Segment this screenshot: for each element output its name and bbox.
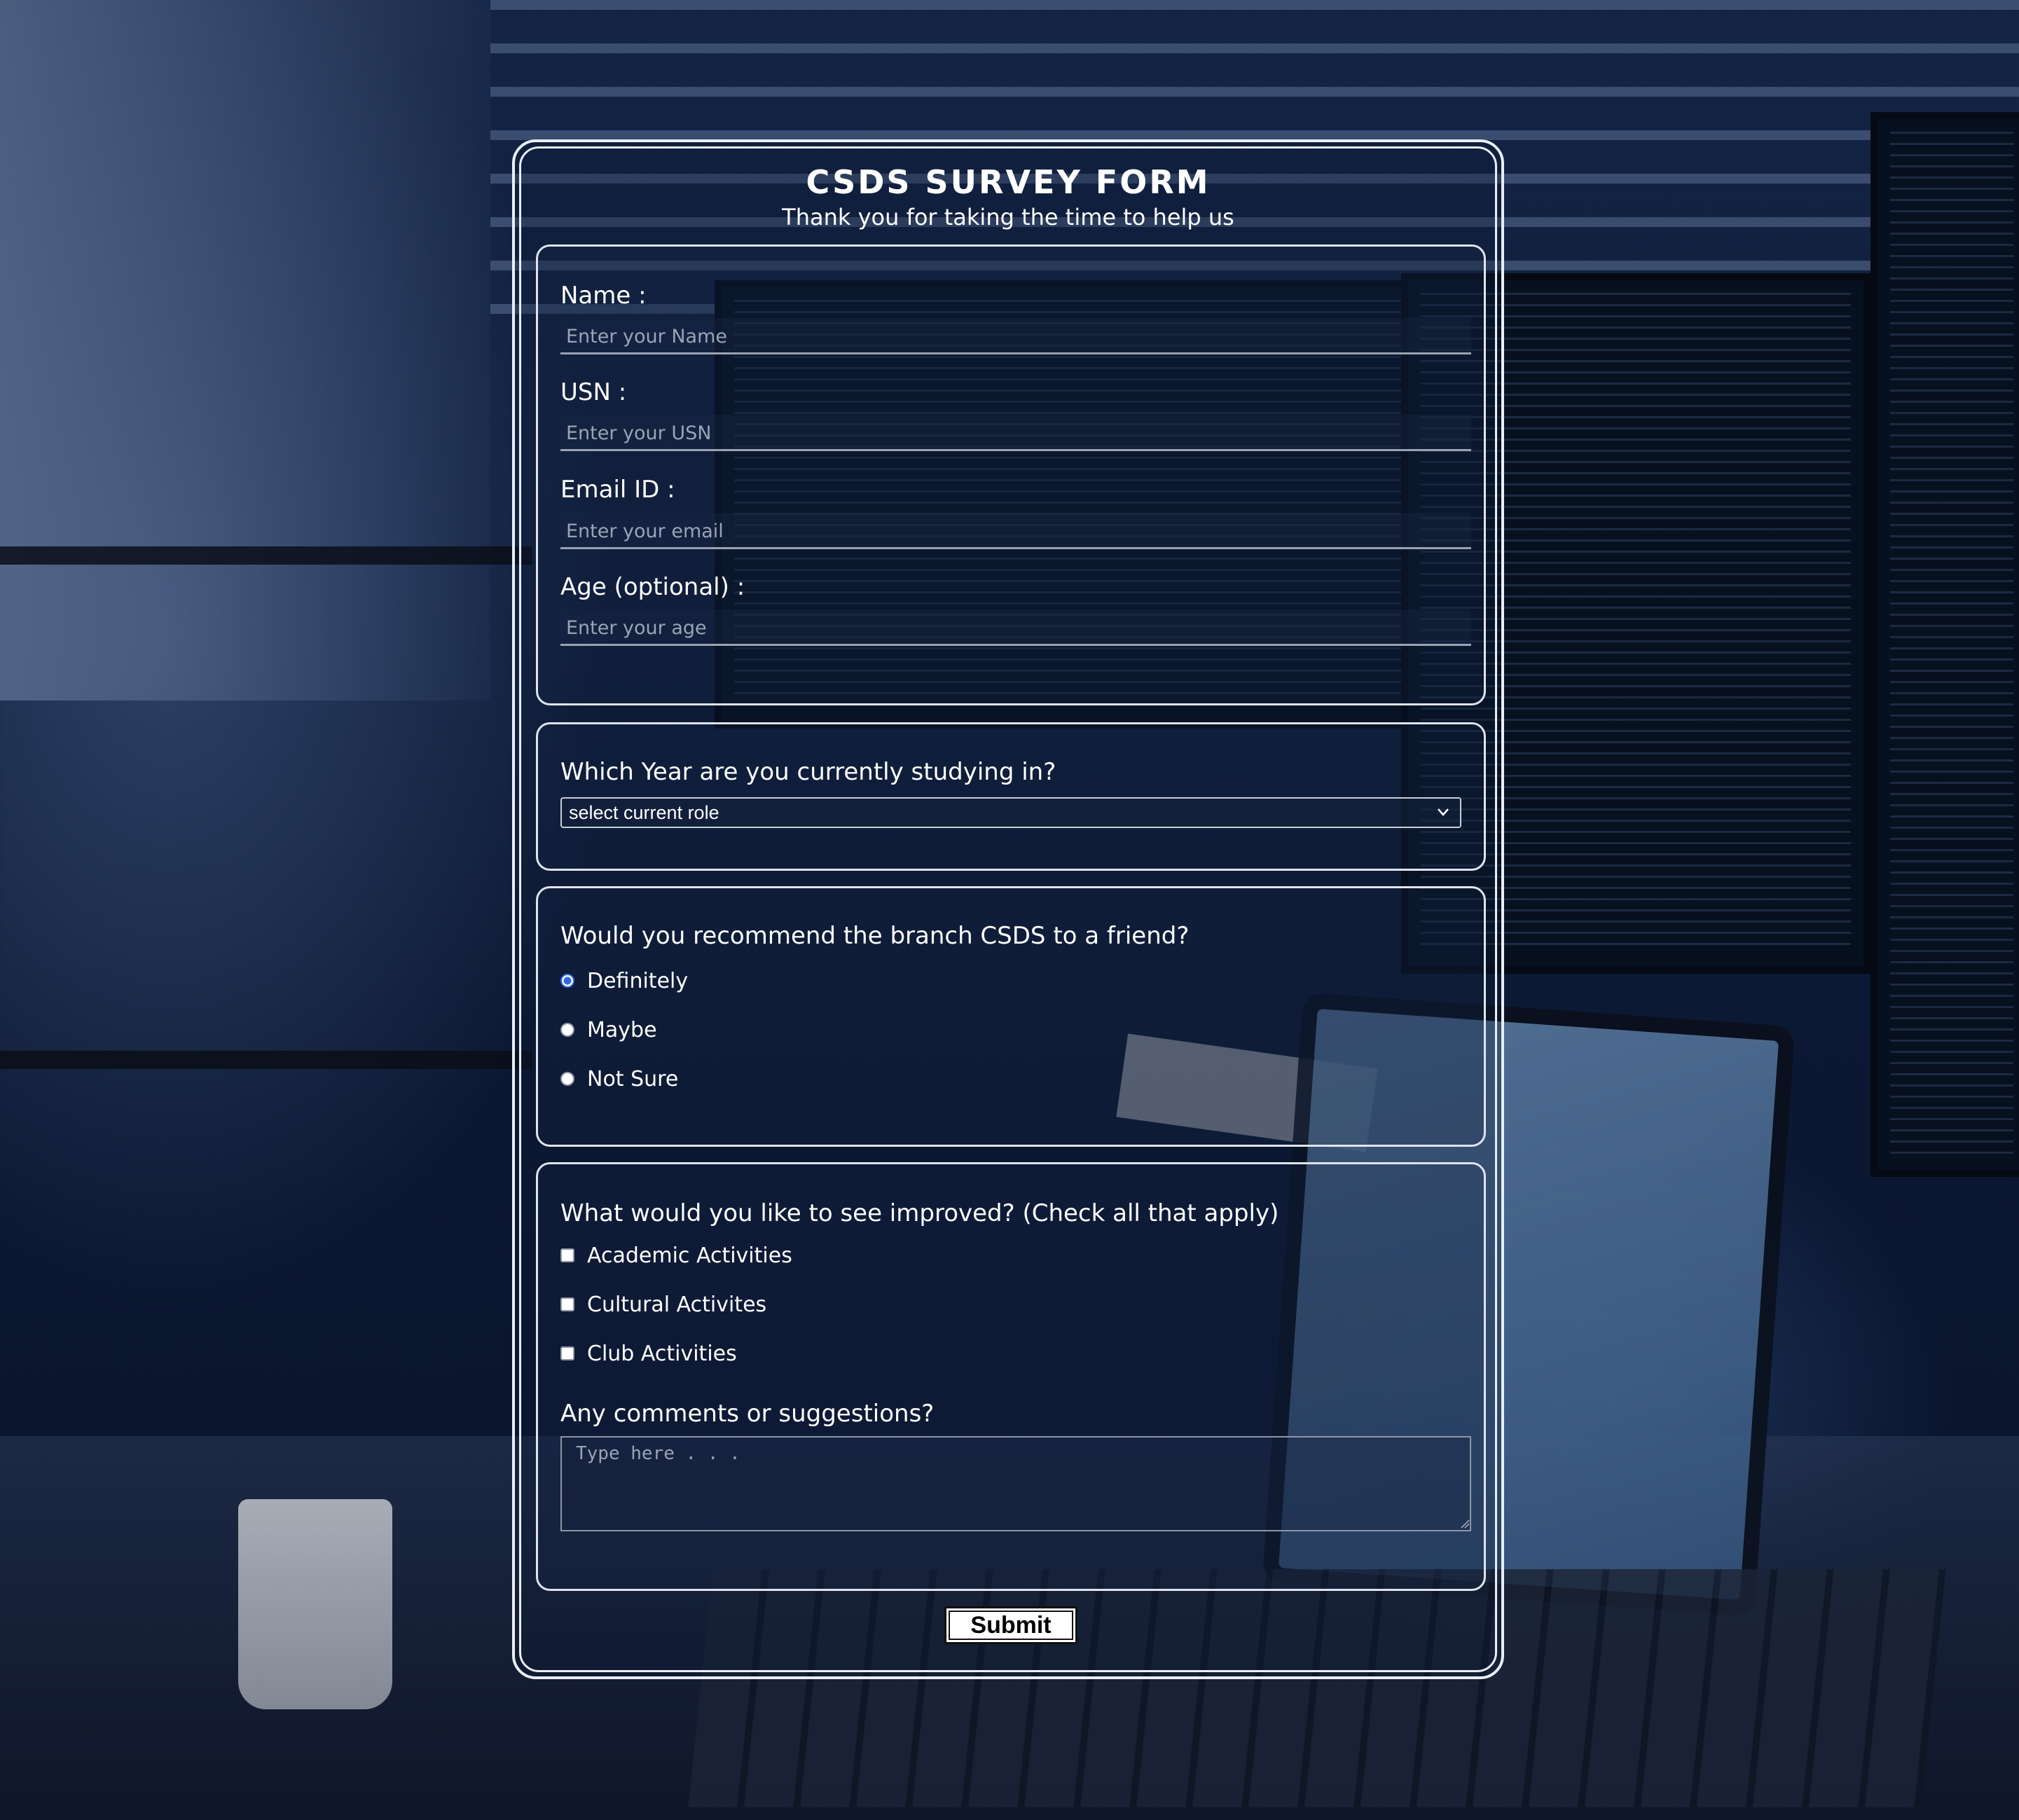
radio-option-maybe[interactable]: Maybe bbox=[560, 1016, 657, 1044]
radio-label: Definitely bbox=[587, 968, 689, 993]
checkbox-label: Club Activities bbox=[587, 1341, 737, 1366]
background-monitor bbox=[1870, 112, 2019, 1177]
year-select-value: select current role bbox=[569, 802, 719, 823]
age-label: Age (optional) : bbox=[560, 573, 745, 601]
comments-textarea[interactable] bbox=[560, 1436, 1471, 1531]
background-coffee-cup bbox=[238, 1499, 392, 1709]
resize-grip-icon[interactable] bbox=[1460, 1519, 1470, 1529]
checkbox-option-academic[interactable]: Academic Activities bbox=[560, 1241, 792, 1269]
improvements-section: What would you like to see improved? (Ch… bbox=[536, 1162, 1486, 1591]
year-question: Which Year are you currently studying in… bbox=[560, 758, 1056, 786]
comments-label: Any comments or suggestions? bbox=[560, 1400, 935, 1428]
radio-button[interactable] bbox=[560, 974, 574, 988]
radio-option-not-sure[interactable]: Not Sure bbox=[560, 1065, 678, 1093]
form-subtitle: Thank you for taking the time to help us bbox=[782, 204, 1234, 230]
age-input[interactable] bbox=[560, 609, 1471, 646]
year-select[interactable]: select current role bbox=[560, 797, 1461, 828]
name-input[interactable] bbox=[560, 318, 1471, 354]
background-shelf bbox=[0, 1051, 532, 1069]
email-input[interactable] bbox=[560, 513, 1471, 549]
background-wall bbox=[0, 0, 490, 701]
checkbox-label: Academic Activities bbox=[587, 1243, 792, 1268]
background-shelf bbox=[0, 546, 532, 565]
checkbox-option-cultural[interactable]: Cultural Activites bbox=[560, 1290, 766, 1318]
recommend-question: Would you recommend the branch CSDS to a… bbox=[560, 922, 1190, 950]
radio-button[interactable] bbox=[560, 1072, 574, 1086]
checkbox-option-club[interactable]: Club Activities bbox=[560, 1339, 737, 1367]
usn-input[interactable] bbox=[560, 415, 1471, 451]
survey-form: CSDS SURVEY FORM Thank you for taking th… bbox=[512, 139, 1504, 1679]
checkbox-label: Cultural Activites bbox=[587, 1292, 767, 1317]
checkbox[interactable] bbox=[560, 1248, 574, 1262]
personal-info-section: Name : USN : Email ID : Age (optional) : bbox=[536, 244, 1486, 705]
radio-option-definitely[interactable]: Definitely bbox=[560, 967, 688, 995]
form-title: CSDS SURVEY FORM bbox=[806, 163, 1211, 201]
radio-button[interactable] bbox=[560, 1023, 574, 1037]
name-label: Name : bbox=[560, 282, 647, 310]
radio-label: Maybe bbox=[587, 1017, 657, 1042]
email-label: Email ID : bbox=[560, 476, 675, 504]
improve-question: What would you like to see improved? (Ch… bbox=[560, 1199, 1279, 1227]
checkbox[interactable] bbox=[560, 1346, 574, 1360]
checkbox[interactable] bbox=[560, 1297, 574, 1311]
chevron-down-icon bbox=[1438, 808, 1449, 816]
recommend-section: Would you recommend the branch CSDS to a… bbox=[536, 886, 1486, 1147]
radio-label: Not Sure bbox=[587, 1066, 679, 1091]
usn-label: USN : bbox=[560, 378, 627, 406]
year-section: Which Year are you currently studying in… bbox=[536, 722, 1486, 871]
submit-button[interactable]: Submit bbox=[944, 1606, 1077, 1644]
